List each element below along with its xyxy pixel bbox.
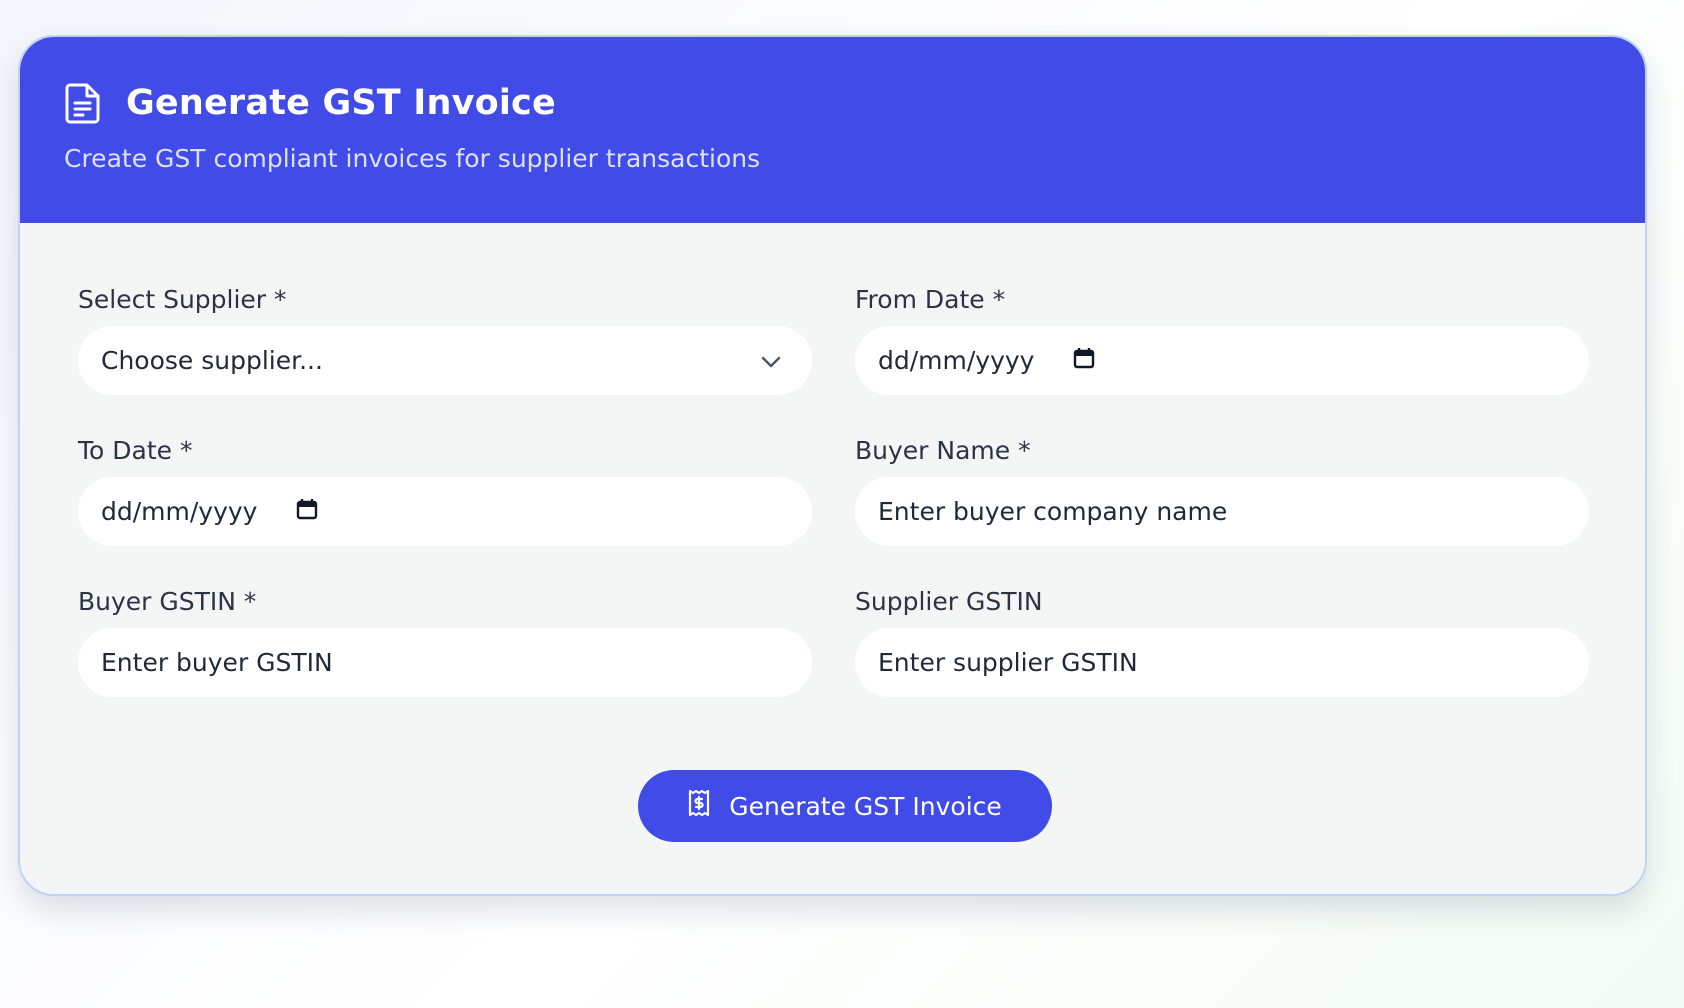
buyer-name-field-group: Buyer Name * xyxy=(855,434,1589,546)
page-subtitle: Create GST compliant invoices for suppli… xyxy=(64,144,761,173)
supplier-select-value: Choose supplier... xyxy=(101,346,323,375)
generate-invoice-button[interactable]: Generate GST Invoice xyxy=(637,770,1052,842)
to-date-value: dd/mm/yyyy xyxy=(101,497,258,526)
from-date-input[interactable]: dd/mm/yyyy xyxy=(855,326,1589,395)
buyer-name-label: Buyer Name * xyxy=(855,436,1031,465)
supplier-gstin-field-group: Supplier GSTIN xyxy=(855,585,1589,697)
buyer-gstin-field-group: Buyer GSTIN * xyxy=(78,585,812,697)
card-header: Generate GST Invoice Create GST complian… xyxy=(20,37,1645,223)
from-date-value: dd/mm/yyyy xyxy=(878,346,1035,375)
chevron-down-icon xyxy=(760,346,786,375)
buyer-name-wrapper xyxy=(855,477,1589,546)
buyer-gstin-label: Buyer GSTIN * xyxy=(78,587,257,616)
buyer-name-input[interactable] xyxy=(878,497,1563,526)
to-date-field-group: To Date * dd/mm/yyyy xyxy=(78,434,812,546)
to-date-input[interactable]: dd/mm/yyyy xyxy=(78,477,812,546)
calendar-icon[interactable] xyxy=(296,497,318,526)
calendar-icon[interactable] xyxy=(1073,346,1095,375)
supplier-gstin-input[interactable] xyxy=(878,648,1563,677)
to-date-label: To Date * xyxy=(78,436,193,465)
page-title: Generate GST Invoice xyxy=(126,83,556,123)
from-date-field-group: From Date * dd/mm/yyyy xyxy=(855,283,1589,395)
generate-invoice-label: Generate GST Invoice xyxy=(729,791,1002,821)
supplier-field-group: Select Supplier * Choose supplier... xyxy=(78,283,812,395)
supplier-gstin-label: Supplier GSTIN xyxy=(855,587,1043,616)
buyer-gstin-wrapper xyxy=(78,628,812,697)
supplier-gstin-wrapper xyxy=(855,628,1589,697)
receipt-icon xyxy=(687,789,729,823)
supplier-select[interactable]: Choose supplier... xyxy=(78,326,812,395)
supplier-label: Select Supplier * xyxy=(78,285,287,314)
invoice-form: Select Supplier * Choose supplier... Fro… xyxy=(78,283,1589,697)
title-row: Generate GST Invoice xyxy=(64,82,556,124)
from-date-label: From Date * xyxy=(855,285,1006,314)
submit-row: Generate GST Invoice xyxy=(20,770,1645,842)
document-icon xyxy=(64,82,102,124)
gst-invoice-card: Generate GST Invoice Create GST complian… xyxy=(18,35,1647,896)
buyer-gstin-input[interactable] xyxy=(101,648,786,677)
